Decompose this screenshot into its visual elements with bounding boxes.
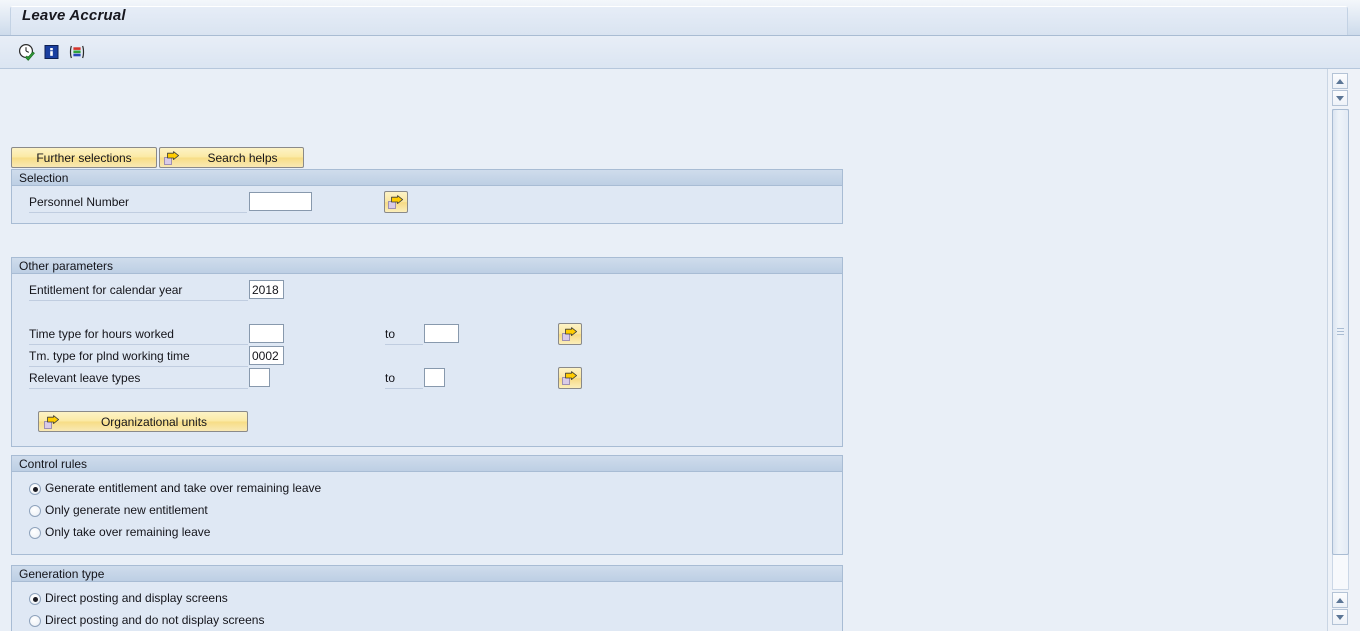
generation-type-group-header: Generation type	[12, 566, 842, 582]
scroll-up-button[interactable]	[1332, 73, 1348, 89]
scrollbar-thumb[interactable]	[1332, 109, 1349, 555]
time-type-hours-worked-underline	[29, 344, 248, 345]
control-rule-option-1-label: Only generate new entitlement	[45, 503, 208, 517]
relevant-leave-types-to-label: to	[385, 371, 396, 385]
execute-clock-icon[interactable]	[18, 43, 36, 61]
titlebar-inner	[10, 6, 1348, 35]
arrow-right-icon	[44, 415, 60, 430]
personnel-number-multiple-selection-button[interactable]	[384, 191, 408, 213]
time-type-hours-worked-multiple-selection-button[interactable]	[558, 323, 582, 345]
radio-button[interactable]	[29, 505, 41, 517]
scroll-down-button-top[interactable]	[1332, 90, 1348, 106]
radio-button[interactable]	[29, 593, 41, 605]
vertical-scrollbar[interactable]	[1327, 69, 1360, 631]
search-helps-button[interactable]: Search helps	[159, 147, 304, 168]
entitlement-year-label: Entitlement for calendar year	[29, 283, 183, 297]
generation-type-option-1-label: Direct posting and do not display screen…	[45, 613, 265, 627]
relevant-leave-types-underline	[29, 388, 248, 389]
control-rule-option-0-label: Generate entitlement and take over remai…	[45, 481, 322, 495]
time-type-hours-worked-to-underline	[385, 344, 423, 345]
time-type-planned-underline	[29, 366, 248, 367]
chevron-up-icon	[1336, 79, 1344, 84]
generation-type-group-title: Generation type	[19, 567, 105, 581]
chevron-down-icon	[1336, 615, 1344, 620]
generation-type-option-0-label: Direct posting and display screens	[45, 591, 228, 605]
control-rule-option-2-label: Only take over remaining leave	[45, 525, 211, 539]
time-type-hours-worked-to-label: to	[385, 327, 396, 341]
selection-group-header: Selection	[12, 170, 842, 186]
chevron-up-icon	[1336, 598, 1344, 603]
page-title: Leave Accrual	[22, 7, 126, 24]
scroll-up-button-bottom[interactable]	[1332, 592, 1348, 608]
arrow-right-icon	[562, 327, 578, 342]
info-icon[interactable]	[43, 43, 61, 61]
arrow-right-icon	[164, 151, 180, 166]
further-selections-button[interactable]: Further selections	[11, 147, 157, 168]
arrow-right-icon	[562, 371, 578, 386]
selection-screen-body: Further selections Search helps Selectio…	[0, 69, 1327, 631]
chevron-down-icon	[1336, 96, 1344, 101]
control-rules-group-title: Control rules	[19, 457, 88, 471]
time-type-hours-worked-to-input[interactable]	[424, 324, 459, 343]
other-parameters-group-header: Other parameters	[12, 258, 842, 274]
time-type-planned-input[interactable]	[249, 346, 284, 365]
search-helps-label: Search helps	[207, 150, 278, 165]
personnel-number-label: Personnel Number	[29, 195, 130, 209]
variant-icon[interactable]	[68, 43, 86, 61]
personnel-number-underline	[29, 212, 247, 213]
relevant-leave-types-label: Relevant leave types	[29, 371, 141, 385]
relevant-leave-types-from-input[interactable]	[249, 368, 270, 387]
relevant-leave-types-to-input[interactable]	[424, 368, 445, 387]
relevant-leave-types-multiple-selection-button[interactable]	[558, 367, 582, 389]
entitlement-year-input[interactable]	[249, 280, 284, 299]
selection-group-title: Selection	[19, 171, 69, 185]
organizational-units-button[interactable]: Organizational units	[38, 411, 248, 432]
selection-group: Selection	[11, 169, 843, 224]
sap-selection-screen: Leave Accrual Further selections Search …	[0, 0, 1360, 631]
organizational-units-label: Organizational units	[100, 414, 208, 429]
arrow-right-icon	[388, 195, 404, 210]
time-type-hours-worked-label: Time type for hours worked	[29, 327, 174, 341]
further-selections-label: Further selections	[36, 150, 132, 165]
time-type-planned-label: Tm. type for plnd working time	[29, 349, 190, 363]
personnel-number-input[interactable]	[249, 192, 312, 211]
scroll-down-button[interactable]	[1332, 609, 1348, 625]
other-parameters-group-title: Other parameters	[19, 259, 114, 273]
time-type-hours-worked-from-input[interactable]	[249, 324, 284, 343]
radio-button[interactable]	[29, 527, 41, 539]
relevant-leave-types-to-underline	[385, 388, 423, 389]
radio-button[interactable]	[29, 615, 41, 627]
control-rules-group-header: Control rules	[12, 456, 842, 472]
window-titlebar: Leave Accrual	[0, 0, 1360, 36]
entitlement-year-underline	[29, 300, 248, 301]
radio-button[interactable]	[29, 483, 41, 495]
grip-icon	[1337, 328, 1344, 336]
application-toolbar: © www.tutorialkart.com	[0, 36, 1360, 100]
